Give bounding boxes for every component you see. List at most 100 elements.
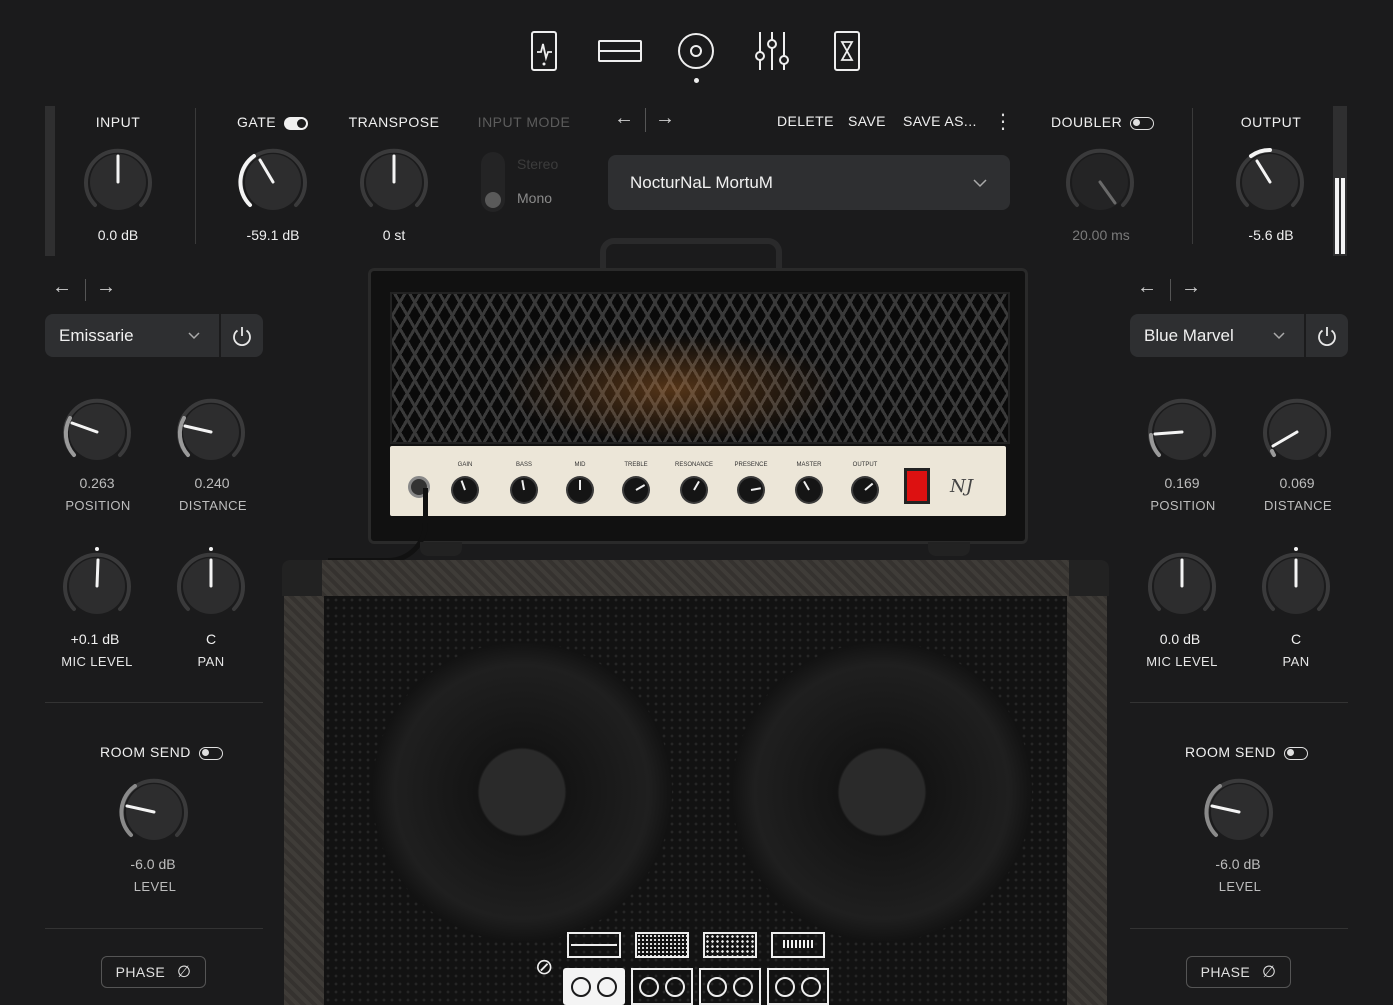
- output-value: -5.6 dB: [1248, 227, 1294, 243]
- right-mic-dropdown[interactable]: Blue Marvel: [1130, 314, 1304, 357]
- input-mode-switch[interactable]: [481, 152, 505, 212]
- cab-option-2x12-selected[interactable]: [563, 968, 625, 1005]
- amp-knob-pointer: [750, 487, 762, 491]
- left-mic-level-value: +0.1 dB: [70, 631, 120, 647]
- more-options-button[interactable]: ⋮: [993, 109, 1013, 134]
- left-mic-prev-button[interactable]: ←: [52, 276, 72, 299]
- cab-option-4[interactable]: [767, 968, 829, 1005]
- cabinet-corner-left: [282, 560, 322, 596]
- amp-master-label: MASTER: [796, 462, 822, 468]
- left-phase-button[interactable]: PHASE ∅: [101, 956, 206, 988]
- amp-output-knob[interactable]: [853, 478, 877, 502]
- head-option-clean[interactable]: [567, 932, 621, 958]
- left-mic-power-button[interactable]: [219, 314, 263, 357]
- left-distance-knob[interactable]: [170, 391, 252, 473]
- amp-power-switch[interactable]: [904, 468, 930, 504]
- right-pan-knob[interactable]: [1255, 545, 1337, 627]
- right-mic-level-knob[interactable]: [1141, 545, 1223, 627]
- right-mic-name: Blue Marvel: [1144, 325, 1234, 345]
- stompbox-icon[interactable]: [598, 40, 642, 67]
- cab-option-3[interactable]: [699, 968, 761, 1005]
- left-pan-knob[interactable]: [170, 545, 252, 627]
- tube-glow: [502, 334, 842, 444]
- left-mic-level-knob[interactable]: [56, 545, 138, 627]
- left-distance-label: DISTANCE: [179, 498, 247, 513]
- right-position-value: 0.169: [1164, 475, 1200, 491]
- amp-gain-knob[interactable]: [453, 478, 477, 502]
- chevron-down-icon: [973, 178, 987, 187]
- input-mode-option-mono[interactable]: Mono: [517, 190, 552, 206]
- cab-selector: ⊘: [535, 930, 835, 1005]
- amp-treble-knob[interactable]: [624, 478, 648, 502]
- amp-resonance-label: RESONANCE: [674, 462, 714, 468]
- preset-next-button[interactable]: →: [655, 107, 675, 130]
- right-distance-value: 0.069: [1279, 475, 1315, 491]
- right-mic-next-button[interactable]: →: [1181, 276, 1201, 299]
- input-mode-switch-thumb: [485, 192, 501, 208]
- amp-bass-knob[interactable]: [512, 478, 536, 502]
- left-pan-value: C: [205, 631, 217, 647]
- left-mic-next-button[interactable]: →: [96, 276, 116, 299]
- right-position-knob[interactable]: [1141, 391, 1223, 473]
- amp-master-knob[interactable]: [797, 478, 821, 502]
- gate-toggle[interactable]: [284, 116, 309, 130]
- amp-speaker-icon[interactable]: [676, 31, 716, 76]
- mixer-sliders-icon[interactable]: [752, 30, 792, 77]
- transpose-knob[interactable]: [353, 141, 435, 223]
- head-option-grille-3[interactable]: [771, 932, 825, 958]
- left-mic-nav-divider: [85, 279, 86, 301]
- preset-nav-divider: [645, 108, 646, 132]
- output-label: OUTPUT: [1240, 114, 1302, 130]
- amp-presence-knob[interactable]: [739, 478, 763, 502]
- right-distance-knob[interactable]: [1256, 391, 1338, 473]
- power-icon: [233, 326, 251, 346]
- amp-output-label: OUTPUT: [852, 462, 878, 468]
- left-room-send-knob[interactable]: [113, 771, 195, 853]
- chevron-down-icon: [1273, 332, 1285, 340]
- amp-resonance-knob[interactable]: [682, 478, 706, 502]
- left-mic-dropdown[interactable]: Emissarie: [45, 314, 219, 357]
- divider: [45, 928, 263, 929]
- right-room-send-knob[interactable]: [1198, 771, 1280, 853]
- gate-knob[interactable]: [232, 141, 314, 223]
- save-button[interactable]: SAVE: [848, 113, 886, 129]
- amp-bass-label: BASS: [515, 462, 533, 468]
- right-room-send-sublabel: LEVEL: [1218, 879, 1262, 894]
- input-knob[interactable]: [77, 141, 159, 223]
- amp-knob-pointer: [521, 479, 525, 491]
- gate-label-row: GATE: [237, 114, 309, 130]
- doubler-knob[interactable]: [1059, 141, 1141, 223]
- transpose-label: TRANSPOSE: [348, 114, 440, 130]
- right-mic-level-value: 0.0 dB: [1159, 631, 1201, 647]
- preset-dropdown[interactable]: NocturNaL MortuM: [608, 155, 1010, 210]
- save-as-button[interactable]: SAVE AS...: [903, 113, 977, 129]
- speaker-right: [732, 642, 1032, 942]
- output-meter-right: [1341, 178, 1345, 254]
- right-mic-power-button[interactable]: [1304, 314, 1348, 357]
- right-mic-level-label: MIC LEVEL: [1146, 654, 1218, 669]
- speaker-left: [372, 642, 672, 942]
- cab-option-2[interactable]: [631, 968, 693, 1005]
- head-option-grille-2[interactable]: [703, 932, 757, 958]
- right-mic-prev-button[interactable]: ←: [1137, 276, 1157, 299]
- link-off-icon[interactable]: ⊘: [535, 954, 553, 980]
- hourglass-icon[interactable]: [833, 30, 861, 77]
- gate-value: -59.1 dB: [246, 227, 300, 243]
- left-distance-value: 0.240: [194, 475, 230, 491]
- amp-mid-knob[interactable]: [568, 478, 592, 502]
- amp-knob-pointer: [803, 480, 810, 491]
- divider: [45, 702, 263, 703]
- output-knob[interactable]: [1229, 141, 1311, 223]
- input-mode-option-stereo[interactable]: Stereo: [517, 156, 558, 172]
- left-room-send-toggle[interactable]: [198, 746, 223, 760]
- left-position-knob[interactable]: [56, 391, 138, 473]
- delete-button[interactable]: DELETE: [777, 113, 834, 129]
- preset-prev-button[interactable]: ←: [614, 107, 634, 130]
- doubler-toggle[interactable]: [1130, 116, 1155, 130]
- right-room-send-toggle[interactable]: [1283, 746, 1308, 760]
- amp-knob-pointer: [579, 480, 581, 490]
- right-phase-button[interactable]: PHASE ∅: [1186, 956, 1291, 988]
- right-pan-value: C: [1290, 631, 1302, 647]
- head-option-grille-1[interactable]: [635, 932, 689, 958]
- pedal-icon[interactable]: [530, 30, 558, 77]
